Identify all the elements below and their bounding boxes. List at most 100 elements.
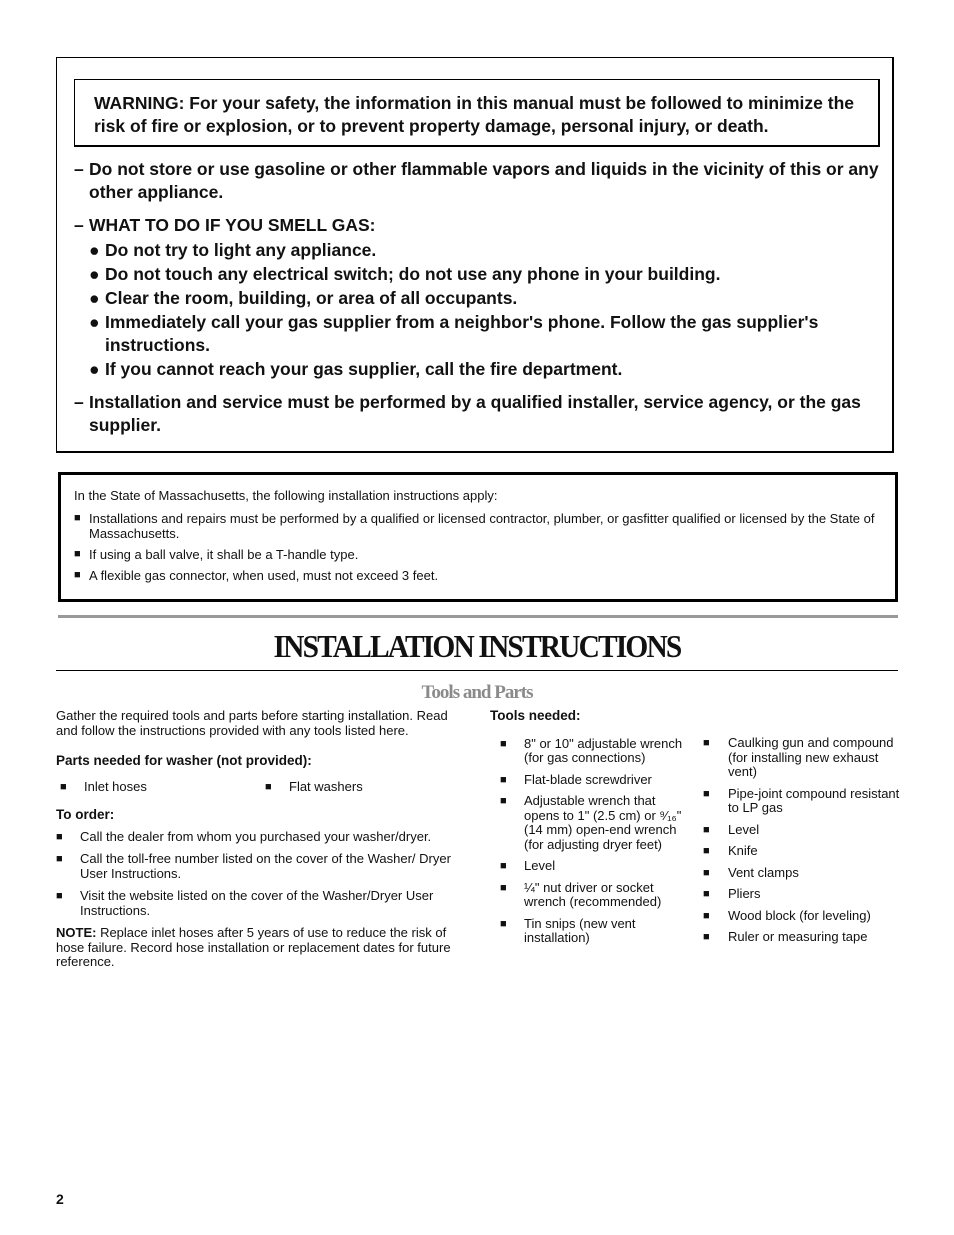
- tool-item-text: Level: [728, 821, 760, 837]
- massachusetts-item: ■ A flexible gas connector, when used, mu…: [74, 568, 879, 583]
- massachusetts-item-text: If using a ball valve, it shall be a T-h…: [89, 547, 359, 562]
- gas-step: ● Do not try to light any appliance.: [89, 239, 884, 262]
- square-bullet-icon: ■: [56, 830, 63, 843]
- square-bullet-icon: ■: [500, 737, 507, 750]
- square-bullet-icon: ■: [703, 845, 710, 857]
- square-bullet-icon: ■: [703, 931, 710, 943]
- tool-item: ■ Adjustable wrench that opens to 1" (2.5…: [490, 793, 690, 852]
- part-item: ■ Inlet hoses: [56, 778, 261, 795]
- square-bullet-icon: ■: [265, 780, 272, 793]
- tool-item-text: Pliers: [728, 886, 761, 901]
- massachusetts-notice-box: In the State of Massachusetts, the follo…: [58, 472, 898, 602]
- gas-step-text: Clear the room, building, or area of all…: [105, 288, 518, 308]
- massachusetts-item-text: Installations and repairs must be perfor…: [89, 511, 875, 541]
- tool-item-text: Knife: [728, 843, 758, 858]
- tools-list-2: ■ Caulking gun and compound (for installi…: [693, 735, 903, 945]
- warning-item-text: Do not store or use gasoline or other fl…: [89, 159, 879, 202]
- tools-heading: Tools needed:: [490, 708, 581, 723]
- top-divider: [58, 615, 898, 618]
- warning-item: – Installation and service must be perfo…: [74, 391, 884, 437]
- tool-item: ■ Knife: [693, 843, 903, 859]
- massachusetts-item-text: A flexible gas connector, when used, mus…: [89, 568, 439, 583]
- warning-statement: WARNING: For your safety, the informatio…: [74, 79, 880, 147]
- square-bullet-icon: ■: [703, 888, 710, 900]
- note-paragraph: NOTE: Replace inlet hoses after 5 years …: [56, 925, 466, 970]
- tool-item: ■ Ruler or measuring tape: [693, 929, 903, 945]
- massachusetts-intro: In the State of Massachusetts, the follo…: [74, 488, 498, 503]
- page-title: INSTALLATION INSTRUCTIONS: [273, 628, 683, 664]
- bullet-icon: ●: [89, 359, 100, 379]
- tool-item-text: Adjustable wrench that opens to 1" (2.5 …: [524, 793, 682, 852]
- gas-steps-list: ● Do not try to light any appliance. ● Do …: [89, 239, 884, 381]
- warning-item-text: WHAT TO DO IF YOU SMELL GAS:: [89, 215, 376, 235]
- square-bullet-icon: ■: [703, 787, 710, 800]
- tools-column-1: Tools needed: ■ 8" or 10" adjustable wren…: [490, 708, 690, 953]
- square-bullet-icon: ■: [500, 795, 507, 807]
- warning-item: – WHAT TO DO IF YOU SMELL GAS: ● Do not t…: [74, 214, 884, 381]
- title-divider: [56, 670, 898, 671]
- tool-item-text: 8" or 10" adjustable wrench (for gas con…: [524, 735, 683, 765]
- parts-list: ■ Inlet hoses ■ Flat washers: [56, 778, 466, 795]
- tool-item-text: Level: [524, 858, 556, 873]
- dash-marker: –: [74, 215, 84, 235]
- tool-item: ■ Flat-blade screwdriver: [490, 771, 690, 788]
- tool-item-text: Pipe-joint compound resistant to LP gas: [728, 785, 900, 815]
- tools-list-1: ■ 8" or 10" adjustable wrench (for gas co…: [490, 735, 690, 946]
- part-item-text: Flat washers: [289, 778, 363, 794]
- square-bullet-icon: ■: [500, 881, 507, 894]
- tool-item-text: Caulking gun and compound (for installin…: [728, 735, 894, 779]
- gas-step: ● Clear the room, building, or area of al…: [89, 287, 884, 310]
- square-bullet-icon: ■: [703, 866, 710, 879]
- dash-marker: –: [74, 159, 84, 179]
- parts-heading: Parts needed for washer (not provided):: [56, 753, 312, 768]
- massachusetts-item: ■ Installations and repairs must be perfo…: [74, 511, 879, 541]
- square-bullet-icon: ■: [703, 823, 710, 836]
- tool-item: ■ Caulking gun and compound (for installi…: [693, 735, 903, 780]
- section-title: Tools and Parts: [421, 682, 534, 703]
- gas-step-text: Do not touch any electrical switch; do n…: [105, 264, 721, 284]
- warning-item-text: Installation and service must be perform…: [89, 392, 861, 435]
- tool-item: ■ Pliers: [693, 886, 903, 902]
- tool-item: ■ Level: [490, 858, 690, 874]
- square-bullet-icon: ■: [703, 737, 710, 749]
- part-item: ■ Flat washers: [261, 778, 466, 795]
- square-bullet-icon: ■: [500, 773, 507, 786]
- order-item: ■ Visit the website listed on the cover o…: [56, 888, 466, 918]
- tool-item-text: Vent clamps: [728, 864, 799, 880]
- safety-warning-box: WARNING: For your safety, the informatio…: [56, 57, 894, 453]
- page-number: 2: [56, 1191, 64, 1207]
- gas-step-text: Immediately call your gas supplier from …: [105, 312, 819, 355]
- tool-item-text: Tin snips (new vent installation): [524, 915, 636, 945]
- square-bullet-icon: ■: [703, 909, 710, 922]
- order-item-text: Call the toll-free number listed on the …: [80, 851, 451, 881]
- tool-item: ■ Level: [693, 821, 903, 838]
- square-bullet-icon: ■: [500, 860, 507, 872]
- gas-step-text: If you cannot reach your gas supplier, c…: [105, 359, 623, 379]
- bullet-icon: ●: [89, 288, 100, 308]
- part-item-text: Inlet hoses: [84, 778, 147, 794]
- note-text: Replace inlet hoses after 5 years of use…: [56, 925, 451, 969]
- square-bullet-icon: ■: [56, 890, 63, 902]
- gas-step-text: Do not try to light any appliance.: [105, 240, 377, 260]
- order-item: ■ Call the toll-free number listed on the…: [56, 851, 466, 881]
- tool-item-text: Wood block (for leveling): [728, 907, 871, 923]
- order-item: ■ Call the dealer from whom you purchased…: [56, 829, 466, 845]
- tool-item: ■ Wood block (for leveling): [693, 907, 903, 924]
- tool-item: ■ ¼" nut driver or socket wrench (recomme…: [490, 879, 690, 910]
- warning-list: – Do not store or use gasoline or other …: [74, 158, 884, 447]
- tool-item-text: Ruler or measuring tape: [728, 929, 868, 944]
- order-heading: To order:: [56, 807, 115, 822]
- tool-item-text: ¼" nut driver or socket wrench (recommen…: [524, 879, 662, 909]
- warning-item: – Do not store or use gasoline or other …: [74, 158, 884, 204]
- square-bullet-icon: ■: [500, 917, 507, 930]
- tool-item: ■ Vent clamps: [693, 864, 903, 881]
- tools-column-2: ■ Caulking gun and compound (for installi…: [693, 735, 903, 952]
- tool-item: ■ Tin snips (new vent installation): [490, 915, 690, 946]
- gas-step: ● If you cannot reach your gas supplier, …: [89, 358, 884, 381]
- note-label: NOTE:: [56, 925, 97, 940]
- order-item-text: Visit the website listed on the cover of…: [80, 888, 434, 918]
- tool-item-text: Flat-blade screwdriver: [524, 771, 652, 787]
- square-bullet-icon: ■: [74, 512, 81, 524]
- square-bullet-icon: ■: [60, 780, 67, 793]
- tool-item: ■ Pipe-joint compound resistant to LP gas: [693, 785, 903, 816]
